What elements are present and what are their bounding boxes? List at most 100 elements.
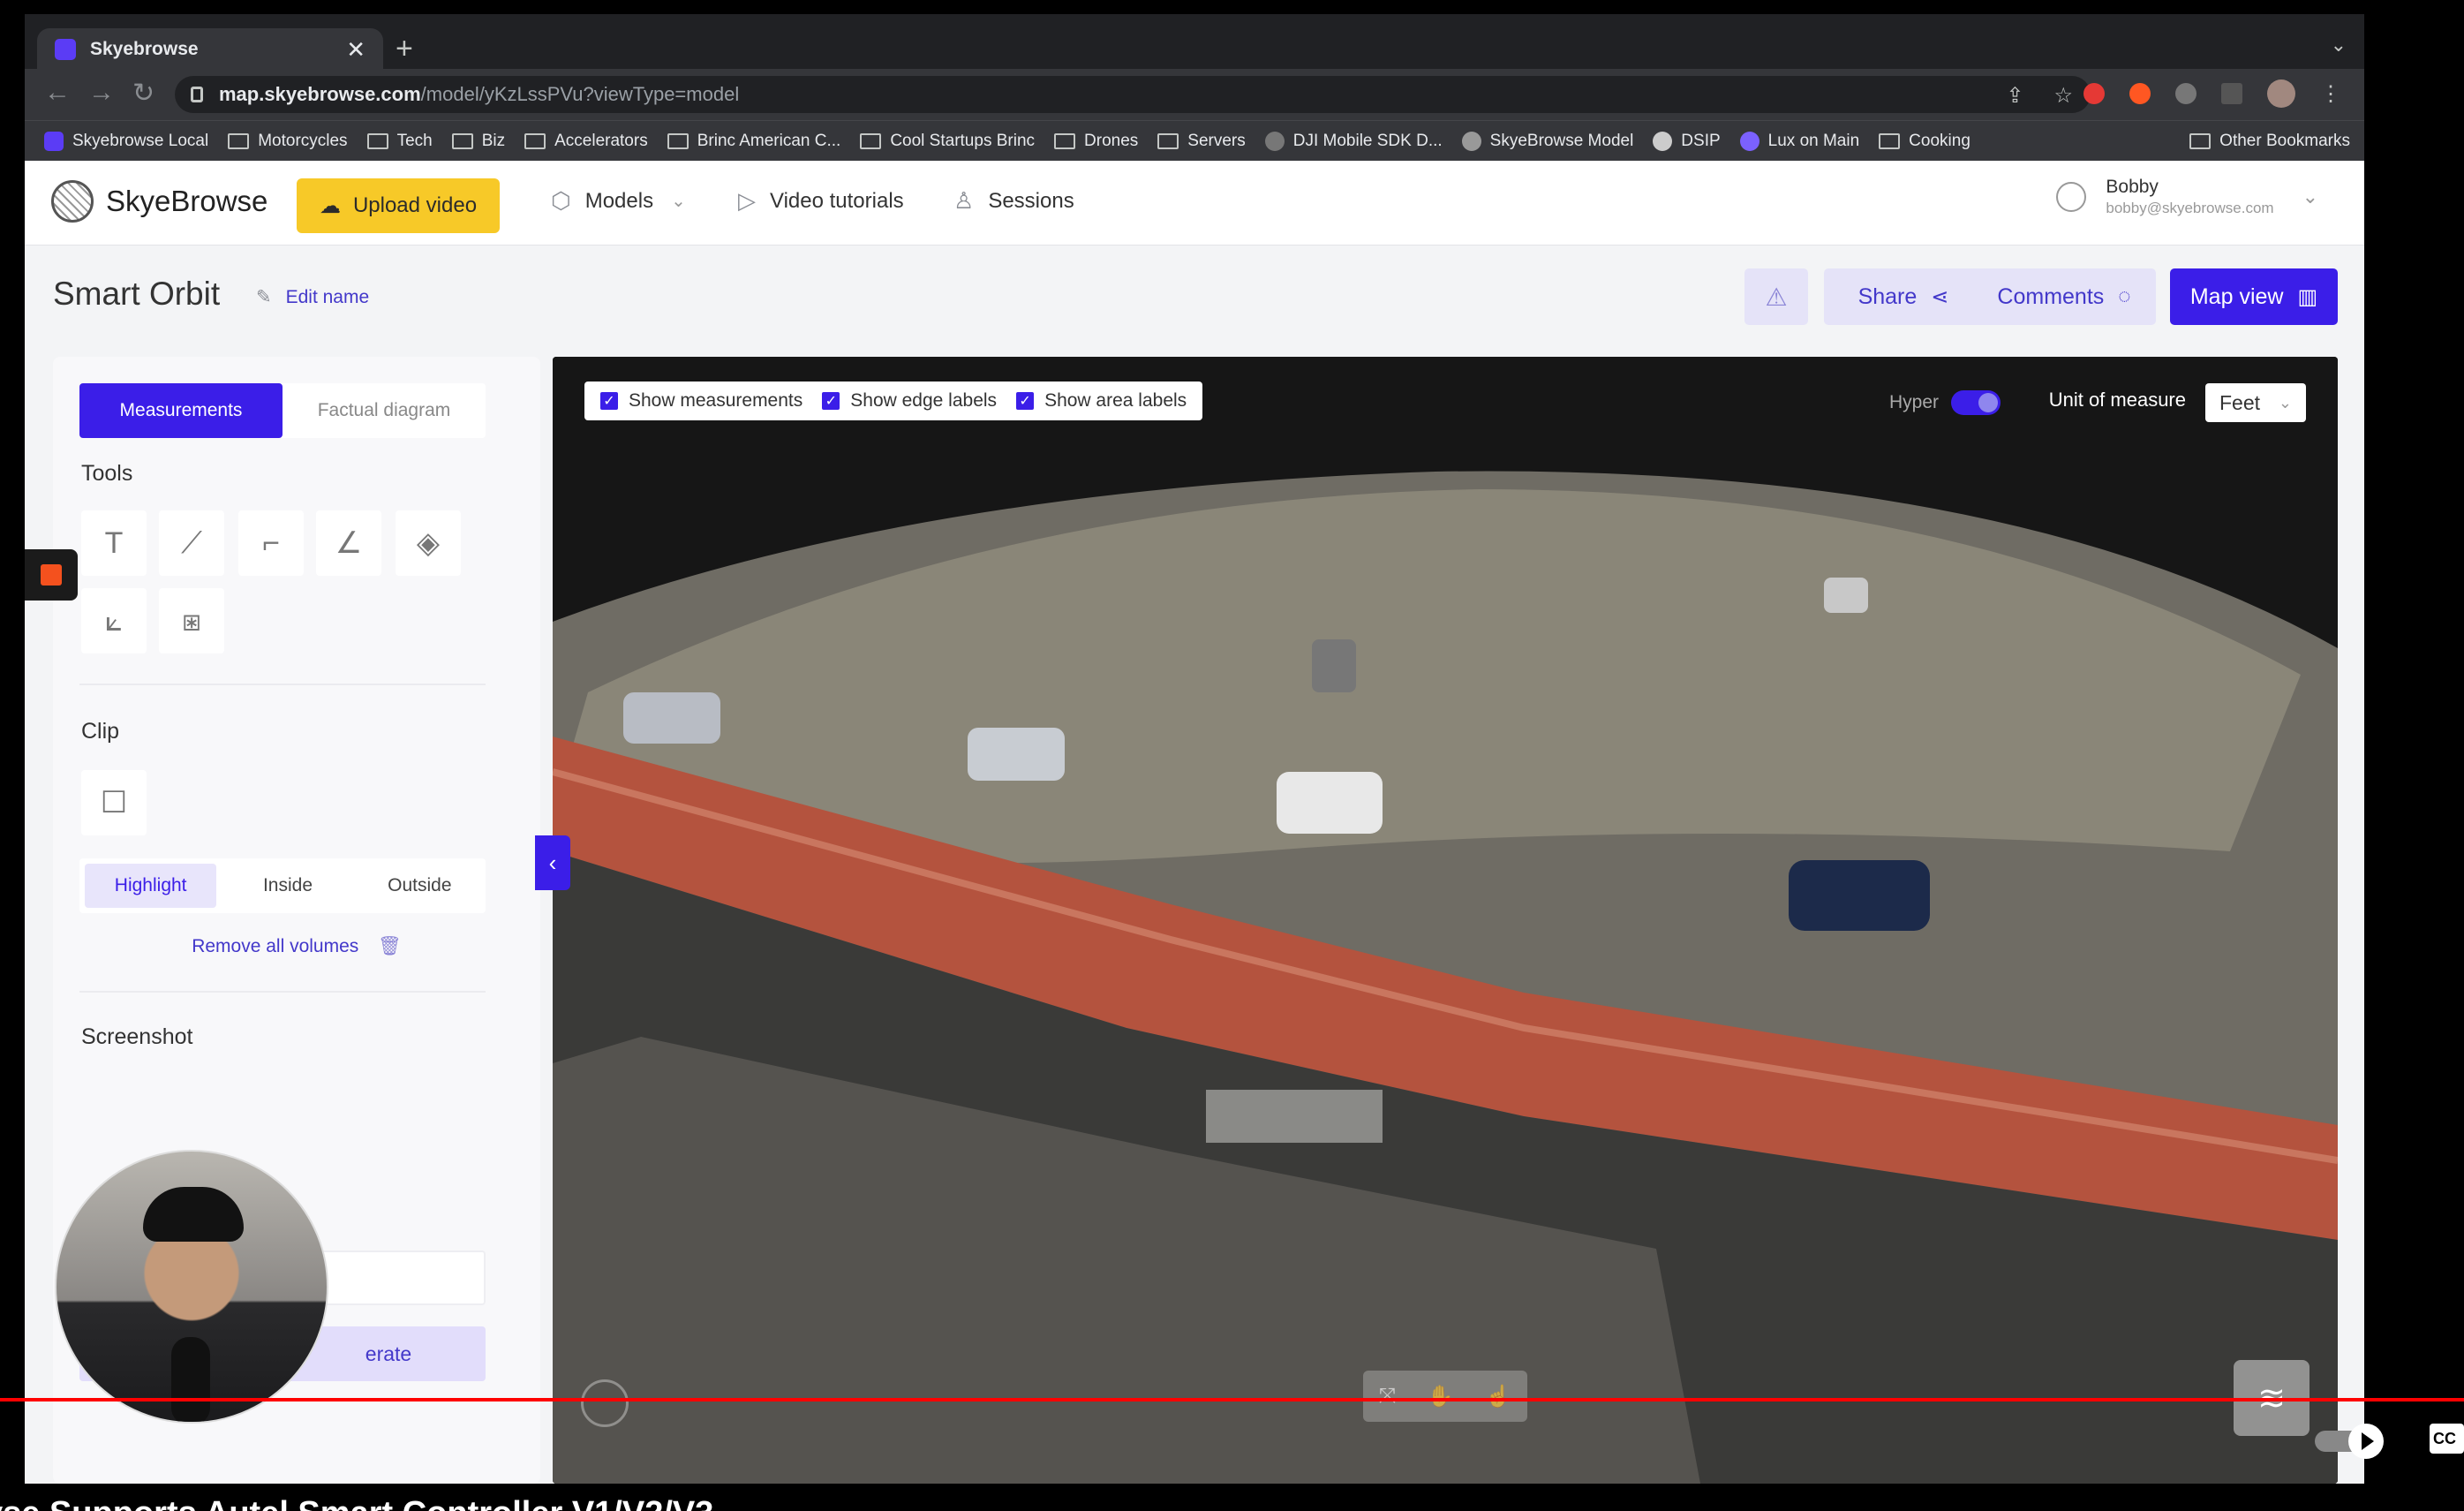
user-menu[interactable]: Bobby bobby@skyebrowse.com ⌄ bbox=[2056, 177, 2318, 217]
bookmark-item[interactable]: Biz bbox=[451, 131, 506, 151]
bookmark-item[interactable]: Accelerators bbox=[524, 132, 648, 151]
captions-button[interactable]: CC bbox=[2430, 1424, 2464, 1454]
report-issue-button[interactable]: ⚠ bbox=[1744, 268, 1808, 325]
upload-video-label: Upload video bbox=[352, 193, 478, 217]
upload-video-button[interactable]: ☁ Upload video bbox=[297, 178, 500, 233]
video-progress-bar[interactable] bbox=[0, 1398, 2464, 1401]
skyebrowse-logo[interactable]: SkyeBrowse bbox=[51, 180, 267, 223]
parking-garage-model[interactable] bbox=[553, 357, 2338, 1484]
collapse-panel-button[interactable]: ‹ bbox=[535, 835, 570, 890]
url-path: /model/yKzLssPVu?viewType=model bbox=[420, 83, 740, 105]
map-view-button[interactable]: Map view ▥ bbox=[2170, 268, 2338, 325]
video-tutorials-link[interactable]: ▷ Video tutorials bbox=[738, 187, 904, 215]
share-icon: ⋖ bbox=[1931, 284, 1949, 309]
bookmark-item[interactable]: Brinc American C... bbox=[667, 132, 840, 151]
new-tab-icon[interactable]: + bbox=[396, 32, 413, 66]
record-indicator[interactable] bbox=[25, 549, 78, 601]
back-icon[interactable]: ← bbox=[44, 78, 71, 108]
bookmark-item[interactable]: Tech bbox=[366, 132, 433, 151]
text-tool-icon[interactable]: T bbox=[81, 510, 147, 576]
show-measurements-checkbox[interactable]: ✓ Show measurements bbox=[600, 390, 802, 412]
navigation-tools: ⤧ ✋ ☝ bbox=[1363, 1371, 1527, 1422]
unit-of-measure-label: Unit of measure bbox=[2048, 389, 2186, 411]
bookmark-item[interactable]: Motorcycles bbox=[228, 132, 348, 151]
bookmark-label: Lux on Main bbox=[1767, 131, 1860, 150]
map-icon: ▥ bbox=[2297, 284, 2318, 309]
bookmark-label: Skyebrowse Local bbox=[72, 131, 209, 150]
folder-icon bbox=[228, 132, 250, 149]
profile-avatar[interactable] bbox=[2267, 79, 2295, 108]
other-bookmarks[interactable]: Other Bookmarks bbox=[2189, 132, 2350, 151]
forward-icon[interactable]: → bbox=[88, 78, 115, 108]
clip-outside[interactable]: Outside bbox=[354, 858, 486, 913]
show-area-labels-checkbox[interactable]: ✓ Show area labels bbox=[1016, 390, 1187, 412]
edit-name-label: Edit name bbox=[285, 286, 370, 307]
unit-of-measure-select[interactable]: Feet ⌄ bbox=[2205, 383, 2306, 422]
extension-icon[interactable] bbox=[2129, 83, 2151, 104]
bookmark-item[interactable]: Skyebrowse Local bbox=[44, 131, 209, 151]
sessions-link[interactable]: ♙ Sessions bbox=[953, 187, 1074, 215]
profile-tool-icon[interactable]: ⟀ bbox=[81, 588, 147, 654]
skyebrowse-app: SkyeBrowse ☁ Upload video ⬡ Models ⌄ ▷ V… bbox=[25, 161, 2364, 1484]
bookmark-item[interactable]: SkyeBrowse Model bbox=[1461, 131, 1633, 151]
volume-tool-icon[interactable]: ⧆ bbox=[159, 588, 224, 654]
bookmark-label: Servers bbox=[1187, 131, 1246, 150]
app-navbar: SkyeBrowse ☁ Upload video ⬡ Models ⌄ ▷ V… bbox=[25, 161, 2364, 246]
bookmark-star-icon[interactable]: ☆ bbox=[2053, 83, 2073, 109]
reload-icon[interactable]: ↻ bbox=[132, 78, 154, 109]
pointer-icon[interactable]: ☝ bbox=[1485, 1384, 1511, 1409]
menu-dots-icon[interactable]: ⋮ bbox=[2320, 81, 2341, 107]
clip-box-icon[interactable]: ☐ bbox=[81, 770, 147, 835]
tab-factual-diagram[interactable]: Factual diagram bbox=[283, 383, 486, 438]
checkbox-checked-icon: ✓ bbox=[1016, 392, 1035, 410]
bookmark-item[interactable]: Drones bbox=[1054, 132, 1138, 151]
play-button-icon[interactable] bbox=[2348, 1424, 2384, 1459]
address-bar[interactable]: map.skyebrowse.com /model/yKzLssPVu?view… bbox=[175, 76, 2091, 113]
clip-highlight[interactable]: Highlight bbox=[85, 864, 217, 908]
bookmark-label: Other Bookmarks bbox=[2219, 132, 2350, 150]
bookmark-item[interactable]: Lux on Main bbox=[1739, 131, 1860, 151]
remove-all-volumes-link[interactable]: Remove all volumes 🗑 bbox=[53, 936, 540, 957]
pan-hand-icon[interactable]: ✋ bbox=[1428, 1384, 1454, 1409]
clip-mode-selector: Highlight Inside Outside bbox=[79, 858, 486, 913]
tab-measurements[interactable]: Measurements bbox=[79, 383, 283, 438]
puzzle-icon[interactable] bbox=[2175, 83, 2197, 104]
orbit-icon[interactable]: ⤧ bbox=[1379, 1384, 1396, 1409]
globe-logo-icon bbox=[51, 180, 94, 223]
line-tool-icon[interactable]: ⟋ bbox=[159, 510, 224, 576]
extension-icon[interactable] bbox=[2083, 83, 2105, 104]
polyline-tool-icon[interactable]: ⌐ bbox=[238, 510, 304, 576]
edit-name-link[interactable]: ✎ Edit name bbox=[256, 286, 369, 308]
comments-button[interactable]: Comments ◌ bbox=[1972, 268, 2156, 325]
bookmark-item[interactable]: DJI Mobile SDK D... bbox=[1264, 131, 1443, 151]
3d-model-viewer[interactable]: ✓ Show measurements ✓ Show edge labels ✓ Sh… bbox=[553, 357, 2338, 1484]
clip-inside[interactable]: Inside bbox=[222, 858, 353, 913]
bookmark-item[interactable]: Cooking bbox=[1879, 132, 1970, 151]
bookmark-label: Biz bbox=[481, 131, 506, 150]
tutorials-label: Video tutorials bbox=[770, 188, 904, 213]
show-edge-labels-checkbox[interactable]: ✓ Show edge labels bbox=[822, 390, 997, 412]
hyper-toggle[interactable] bbox=[1951, 390, 2001, 415]
sessions-label: Sessions bbox=[988, 188, 1074, 213]
models-menu[interactable]: ⬡ Models ⌄ bbox=[551, 187, 686, 215]
browser-window: Skyebrowse ✕ + ⌄ ← → ↻ map.skyebrowse.co… bbox=[25, 14, 2364, 1484]
bookmark-item[interactable]: Cool Startups Brinc bbox=[860, 132, 1035, 151]
bookmark-label: Drones bbox=[1084, 131, 1139, 150]
browser-tab[interactable]: Skyebrowse ✕ bbox=[37, 28, 383, 71]
user-name: Bobby bbox=[2106, 177, 2159, 197]
sidebar-icon[interactable] bbox=[2221, 83, 2242, 104]
close-tab-icon[interactable]: ✕ bbox=[346, 36, 365, 64]
tab-search-icon[interactable]: ⌄ bbox=[2331, 34, 2347, 57]
panel-tabs: Measurements Factual diagram bbox=[79, 383, 486, 438]
share-button[interactable]: Share ⋖ bbox=[1824, 268, 1983, 325]
bookmark-item[interactable]: Servers bbox=[1157, 131, 1246, 151]
trash-icon: 🗑 bbox=[378, 936, 402, 956]
user-email: bobby@skyebrowse.com bbox=[2106, 200, 2274, 216]
user-avatar-icon bbox=[2056, 182, 2087, 212]
bookmark-item[interactable]: DSIP bbox=[1653, 131, 1721, 151]
area-tool-icon[interactable]: ◈ bbox=[396, 510, 461, 576]
angle-tool-icon[interactable]: ∠ bbox=[316, 510, 381, 576]
model-header: Smart Orbit ✎ Edit name ⚠ Share ⋖ Commen… bbox=[25, 246, 2364, 343]
bookmark-label: DJI Mobile SDK D... bbox=[1292, 131, 1443, 150]
share-page-icon[interactable]: ⇪ bbox=[2006, 83, 2023, 109]
